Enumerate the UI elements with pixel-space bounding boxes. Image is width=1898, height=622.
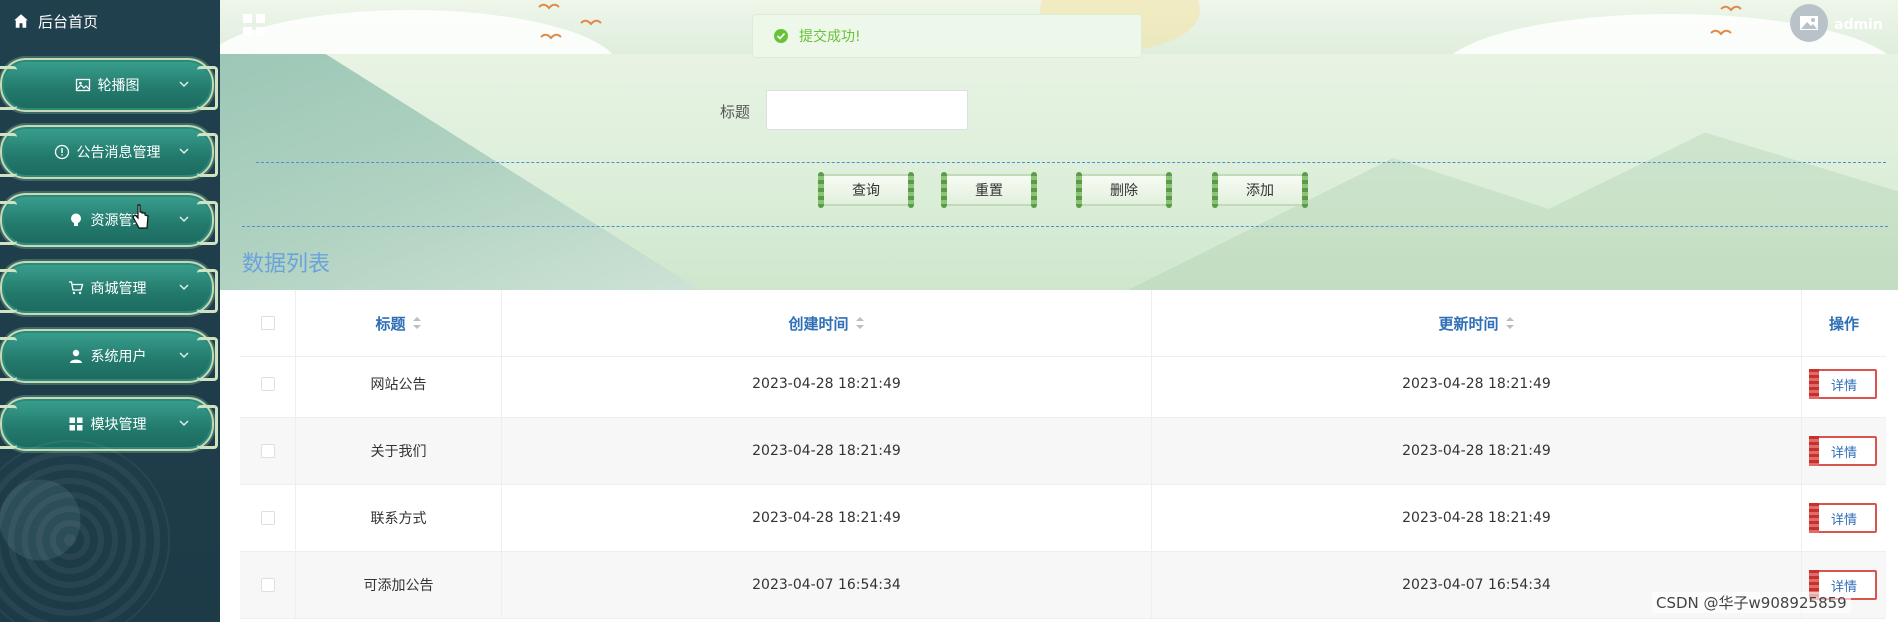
column-label: 操作 — [1828, 314, 1859, 333]
chevron-down-icon — [179, 148, 189, 155]
row-checkbox[interactable] — [260, 377, 275, 391]
sidebar-item-mall[interactable]: 商城管理 — [0, 261, 218, 315]
username[interactable]: admin — [1834, 17, 1883, 33]
sidebar-item-resource[interactable]: 资源管理 — [0, 193, 218, 247]
home-link[interactable]: 后台首页 — [0, 0, 220, 42]
toast-message: 提交成功! — [799, 29, 861, 45]
grid-icon — [69, 417, 82, 431]
home-label: 后台首页 — [38, 12, 99, 31]
success-toast: 提交成功! — [752, 14, 1142, 58]
bird-icon — [538, 3, 560, 10]
detail-button[interactable]: 详情 — [1809, 436, 1877, 466]
avatar[interactable] — [1790, 4, 1828, 42]
cell-title: 可添加公告 — [296, 552, 502, 618]
add-button[interactable]: 添加 — [1212, 172, 1308, 208]
column-label: 标题 — [375, 314, 406, 333]
search-label: 标题 — [720, 103, 751, 121]
avatar-image-icon — [1800, 16, 1818, 30]
list-title: 数据列表 — [242, 252, 331, 277]
reset-button[interactable]: 重置 — [941, 172, 1037, 208]
row-select-cell — [240, 552, 296, 618]
sidebar: 后台首页 轮播图 公告消息管理 资源管理 商城管理 系统用户 模块管理 — [0, 0, 220, 622]
row-select-cell — [240, 351, 296, 417]
sidebar-item-label: 系统用户 — [90, 349, 147, 365]
cell-ops: 详情 — [1802, 418, 1886, 484]
sidebar-item-label: 轮播图 — [97, 78, 140, 94]
sort-icon[interactable] — [855, 315, 865, 331]
cell-title: 网站公告 — [296, 351, 502, 417]
select-all-checkbox[interactable] — [260, 316, 275, 330]
chevron-down-icon — [179, 420, 189, 427]
cell-updated: 2023-04-28 18:21:49 — [1152, 418, 1802, 484]
home-icon — [14, 14, 28, 28]
delete-button[interactable]: 删除 — [1076, 172, 1172, 208]
mouse-cursor-icon — [132, 204, 149, 229]
cell-ops: 详情 — [1802, 351, 1886, 417]
row-checkbox[interactable] — [260, 444, 275, 458]
cell-title: 关于我们 — [296, 418, 502, 484]
cell-created: 2023-04-28 18:21:49 — [502, 351, 1152, 417]
sort-icon[interactable] — [412, 315, 422, 331]
search-input[interactable] — [766, 90, 968, 130]
sidebar-item-modules[interactable]: 模块管理 — [0, 397, 218, 451]
cell-created: 2023-04-28 18:21:49 — [502, 418, 1152, 484]
column-header-ops: 操作 — [1802, 290, 1886, 356]
row-checkbox[interactable] — [260, 511, 275, 525]
watermark: CSDN @华子w908925859 — [1652, 592, 1851, 613]
bird-icon — [580, 19, 602, 26]
sort-icon[interactable] — [1505, 315, 1515, 331]
detail-button[interactable]: 详情 — [1809, 369, 1877, 399]
table-row: 网站公告 2023-04-28 18:21:49 2023-04-28 18:2… — [240, 351, 1886, 418]
table-row: 可添加公告 2023-04-07 16:54:34 2023-04-07 16:… — [240, 552, 1886, 619]
check-circle-icon — [774, 29, 788, 43]
column-header-created[interactable]: 创建时间 — [502, 290, 1152, 356]
header-cloud — [1440, 14, 1898, 54]
bird-icon — [1720, 5, 1742, 12]
lightbulb-icon — [70, 213, 81, 226]
data-table: 标题 创建时间 更新时间 操作 网站公告 2023-04-28 18:21:49… — [240, 290, 1886, 622]
detail-button[interactable]: 详情 — [1809, 503, 1877, 533]
divider — [242, 226, 1888, 227]
cell-created: 2023-04-28 18:21:49 — [502, 485, 1152, 551]
image-icon — [75, 78, 90, 92]
query-button[interactable]: 查询 — [818, 172, 914, 208]
column-header-updated[interactable]: 更新时间 — [1152, 290, 1802, 356]
row-select-cell — [240, 418, 296, 484]
column-label: 更新时间 — [1438, 314, 1499, 333]
background-mountain — [1120, 132, 1898, 290]
sidebar-item-carousel[interactable]: 轮播图 — [0, 58, 218, 112]
cart-icon — [68, 281, 83, 295]
divider — [256, 162, 1886, 163]
row-checkbox[interactable] — [260, 578, 275, 592]
chevron-down-icon — [179, 352, 189, 359]
sidebar-item-notice[interactable]: 公告消息管理 — [0, 125, 218, 179]
cell-updated: 2023-04-28 18:21:49 — [1152, 351, 1802, 417]
bird-icon — [540, 33, 562, 40]
column-label: 创建时间 — [788, 314, 849, 333]
cell-updated: 2023-04-28 18:21:49 — [1152, 485, 1802, 551]
row-select-cell — [240, 485, 296, 551]
search-banner — [220, 54, 1898, 290]
menu-toggle-icon[interactable] — [242, 13, 266, 37]
chevron-down-icon — [179, 81, 189, 88]
cell-created: 2023-04-07 16:54:34 — [502, 552, 1152, 618]
chevron-down-icon — [179, 284, 189, 291]
user-icon — [69, 349, 82, 363]
column-header-title[interactable]: 标题 — [296, 290, 502, 356]
sidebar-item-label: 公告消息管理 — [76, 145, 161, 161]
chevron-down-icon — [179, 216, 189, 223]
cell-ops: 详情 — [1802, 485, 1886, 551]
select-all-cell — [240, 290, 296, 356]
sidebar-item-label: 模块管理 — [90, 417, 147, 433]
table-header-row: 标题 创建时间 更新时间 操作 — [240, 290, 1886, 357]
table-row: 关于我们 2023-04-28 18:21:49 2023-04-28 18:2… — [240, 418, 1886, 485]
table-row: 联系方式 2023-04-28 18:21:49 2023-04-28 18:2… — [240, 485, 1886, 552]
bird-icon — [1710, 29, 1732, 36]
sidebar-item-label: 商城管理 — [90, 281, 147, 297]
cell-title: 联系方式 — [296, 485, 502, 551]
info-circle-icon — [54, 144, 69, 160]
sidebar-item-users[interactable]: 系统用户 — [0, 329, 218, 383]
